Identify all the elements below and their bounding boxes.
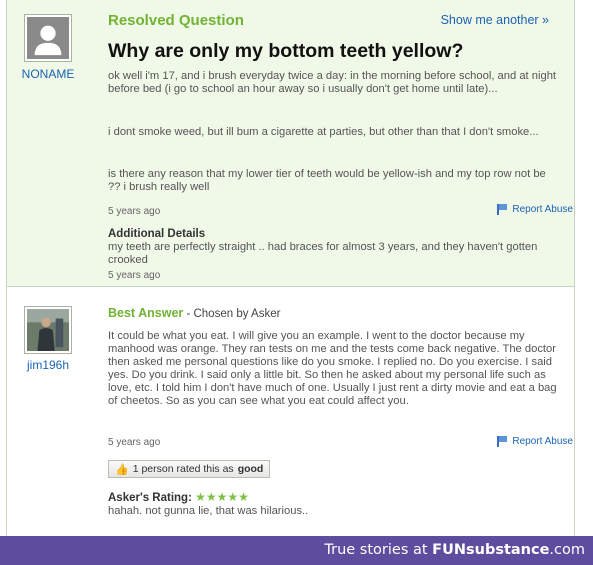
question-report-abuse-link[interactable]: Report Abuse: [497, 204, 573, 215]
best-answer-label: Best Answer: [108, 306, 184, 320]
asker-comment: hahah. not gunna lie, that was hilarious…: [108, 505, 309, 517]
question-paragraph: i dont smoke weed, but ill bum a cigaret…: [108, 126, 539, 138]
flag-icon: [497, 204, 507, 215]
asker-avatar[interactable]: [24, 14, 72, 62]
report-abuse-label: Report Abuse: [512, 204, 573, 215]
best-answer-header: Best Answer - Chosen by Asker: [108, 306, 280, 320]
answer-section: [7, 286, 574, 536]
footer-brand: FUNsubstance: [432, 542, 550, 558]
report-abuse-label: Report Abuse: [512, 436, 573, 447]
chosen-by-label: - Chosen by Asker: [183, 308, 281, 320]
answer-report-abuse-link[interactable]: Report Abuse: [497, 436, 573, 447]
rated-prefix: 1 person rated this as: [132, 463, 234, 475]
question-title: Why are only my bottom teeth yellow?: [108, 40, 464, 62]
footer-banner: True stories at FUNsubstance.com: [0, 536, 593, 565]
flag-icon: [497, 436, 507, 447]
star-rating-icon: ★★★★★: [195, 490, 249, 504]
answerer-avatar[interactable]: [24, 306, 72, 354]
asker-rating: Asker's Rating: ★★★★★: [108, 490, 249, 504]
thumbs-up-icon: 👍: [115, 463, 129, 476]
asker-rating-label: Asker's Rating:: [108, 492, 196, 504]
footer-watermark: True stories at FUNsubstance.com: [324, 542, 585, 558]
answerer-username-link[interactable]: jim196h: [8, 358, 88, 372]
question-status: Resolved Question: [108, 12, 244, 29]
question-timestamp: 5 years ago: [108, 206, 161, 217]
answer-timestamp: 5 years ago: [108, 437, 161, 448]
question-paragraph: is there any reason that my lower tier o…: [108, 168, 546, 193]
question-paragraph: ok well i'm 17, and i brush everyday twi…: [108, 70, 557, 95]
answer-text: It could be what you eat. I will give yo…: [108, 330, 557, 407]
additional-details-text: my teeth are perfectly straight .. had b…: [108, 241, 538, 266]
additional-details-timestamp: 5 years ago: [108, 270, 161, 281]
default-user-icon: [27, 17, 69, 59]
asker-username-link[interactable]: NONAME: [8, 67, 88, 81]
footer-prefix: True stories at: [324, 542, 433, 558]
show-another-link[interactable]: Show me another »: [441, 13, 549, 27]
footer-suffix: .com: [549, 542, 585, 558]
rated-value: good: [237, 463, 264, 475]
additional-details-heading: Additional Details: [108, 228, 206, 240]
user-photo-icon: [27, 309, 69, 351]
rating-button[interactable]: 👍 1 person rated this as good: [108, 460, 271, 478]
